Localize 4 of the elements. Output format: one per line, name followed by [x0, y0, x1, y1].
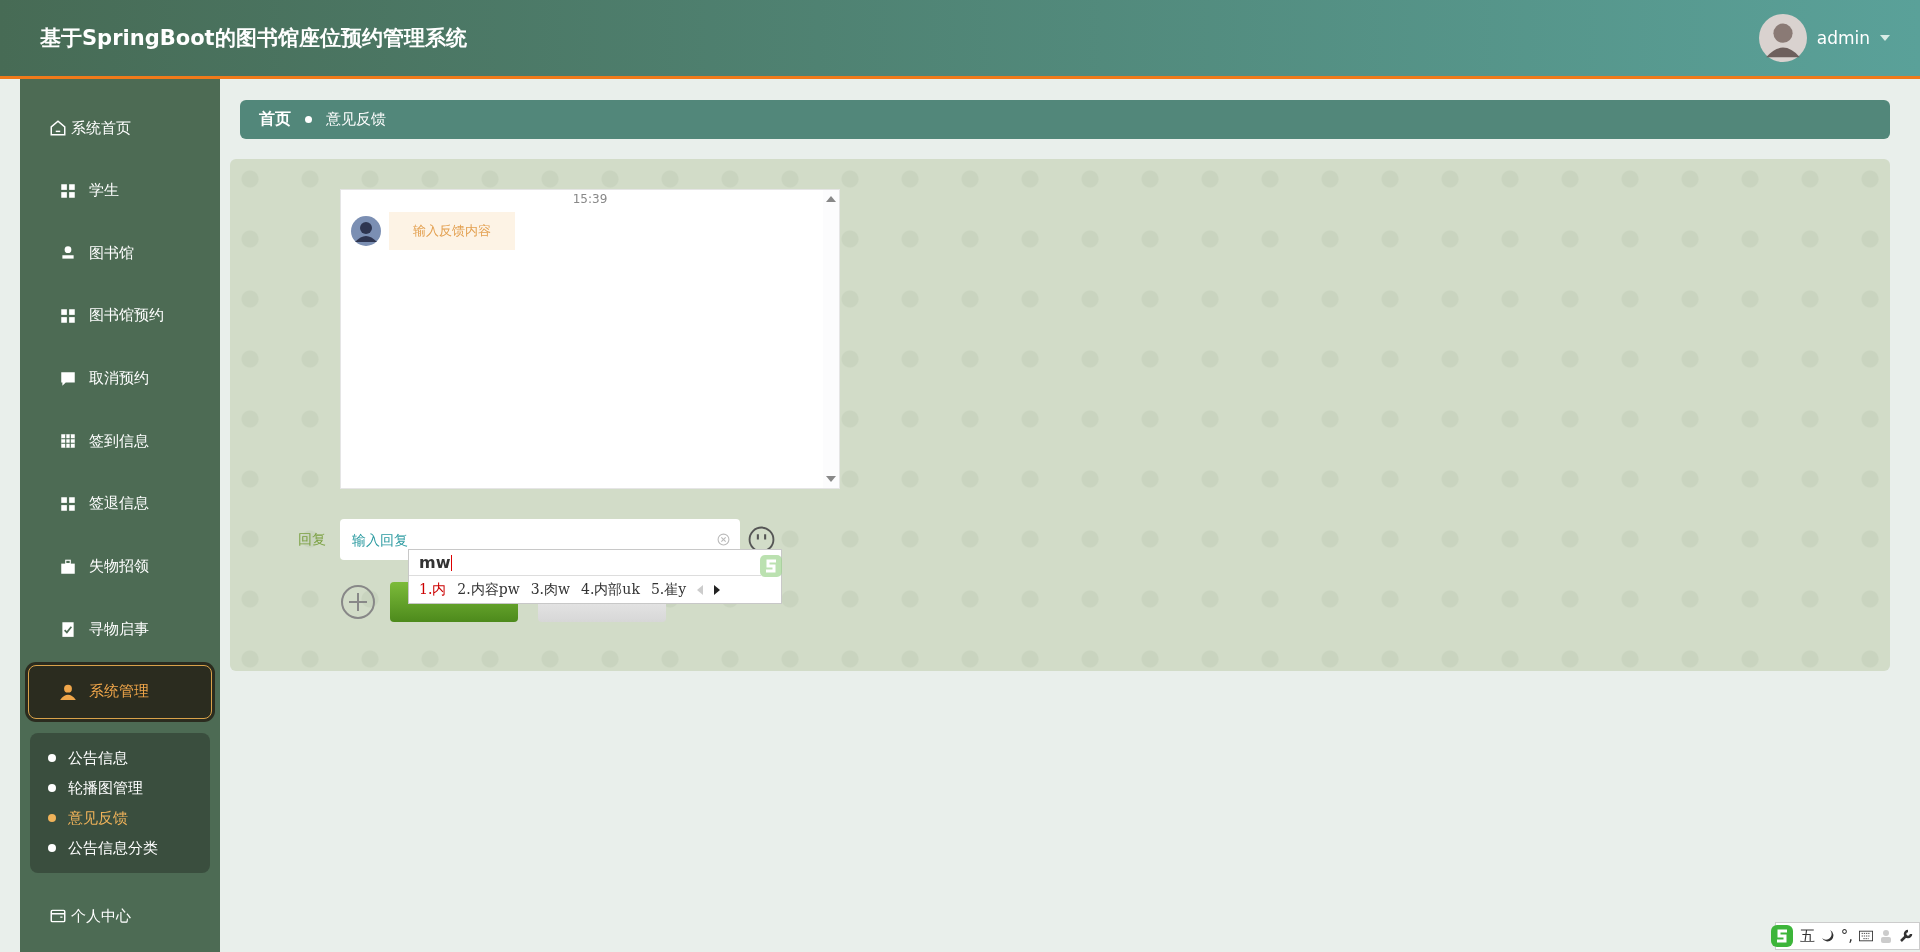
app-title: 基于SpringBoot的图书馆座位预约管理系统	[40, 25, 467, 52]
reply-label: 回复	[298, 530, 327, 549]
message-bubble: 输入反馈内容	[389, 212, 515, 250]
message-time: 15:39	[571, 191, 609, 206]
